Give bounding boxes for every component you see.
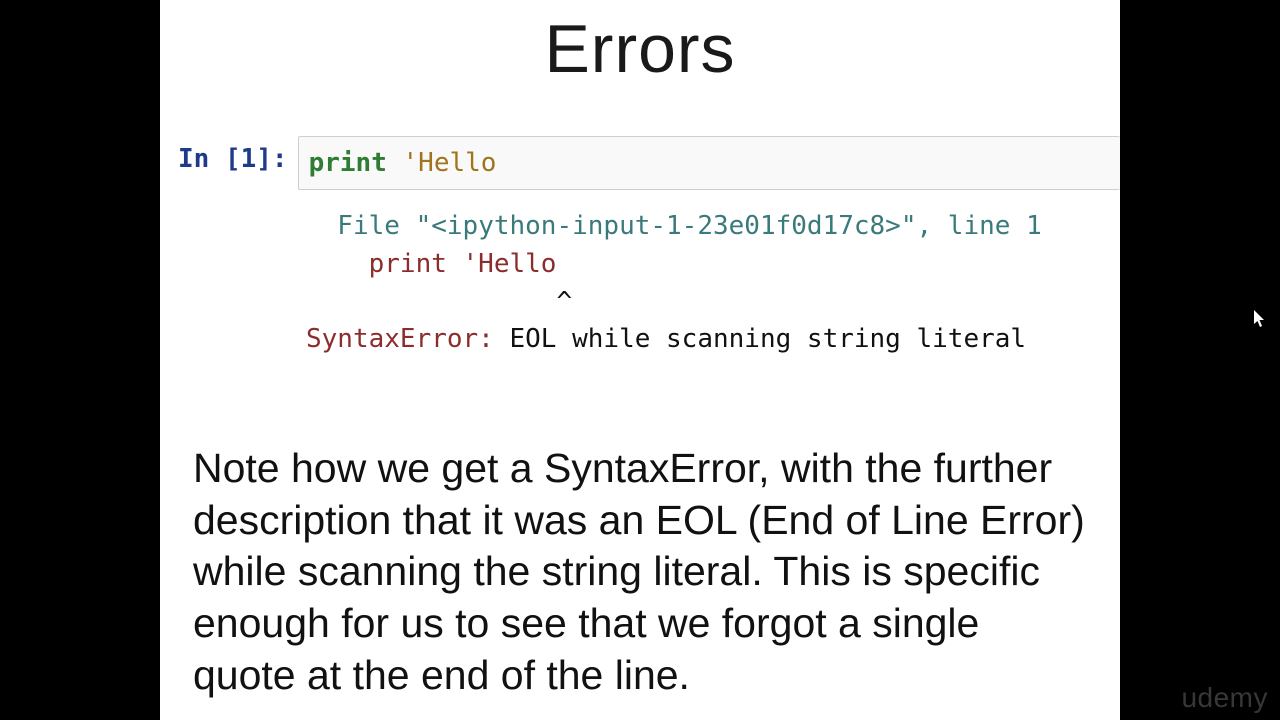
traceback-line: line 1 xyxy=(948,211,1042,241)
explanation-text: Note how we get a SyntaxError, with the … xyxy=(193,443,1087,701)
error-type: SyntaxError: xyxy=(306,324,494,354)
input-prompt: In [1]: xyxy=(178,136,298,190)
traceback-caret: ^ xyxy=(306,287,572,317)
slide-title: Errors xyxy=(160,10,1120,88)
traceback-output: File "<ipython-input-1-23e01f0d17c8>", l… xyxy=(306,208,1120,359)
traceback-file-prefix: File xyxy=(306,211,416,241)
traceback-file-suffix: , xyxy=(916,211,947,241)
keyword-print: print xyxy=(309,148,387,178)
code-cell: In [1]: print 'Hello File "<ipython-inpu… xyxy=(160,136,1120,359)
input-row: In [1]: print 'Hello xyxy=(178,136,1120,190)
traceback-echo: print 'Hello xyxy=(306,249,556,279)
slide: Errors In [1]: print 'Hello File "<ipyth… xyxy=(160,0,1120,720)
mouse-cursor-icon xyxy=(1254,310,1266,328)
string-literal: 'Hello xyxy=(387,148,497,178)
code-input: print 'Hello xyxy=(298,136,1120,190)
udemy-logo: udemy xyxy=(1181,682,1268,714)
traceback-file-name: "<ipython-input-1-23e01f0d17c8>" xyxy=(416,211,917,241)
error-message: EOL while scanning string literal xyxy=(494,324,1026,354)
